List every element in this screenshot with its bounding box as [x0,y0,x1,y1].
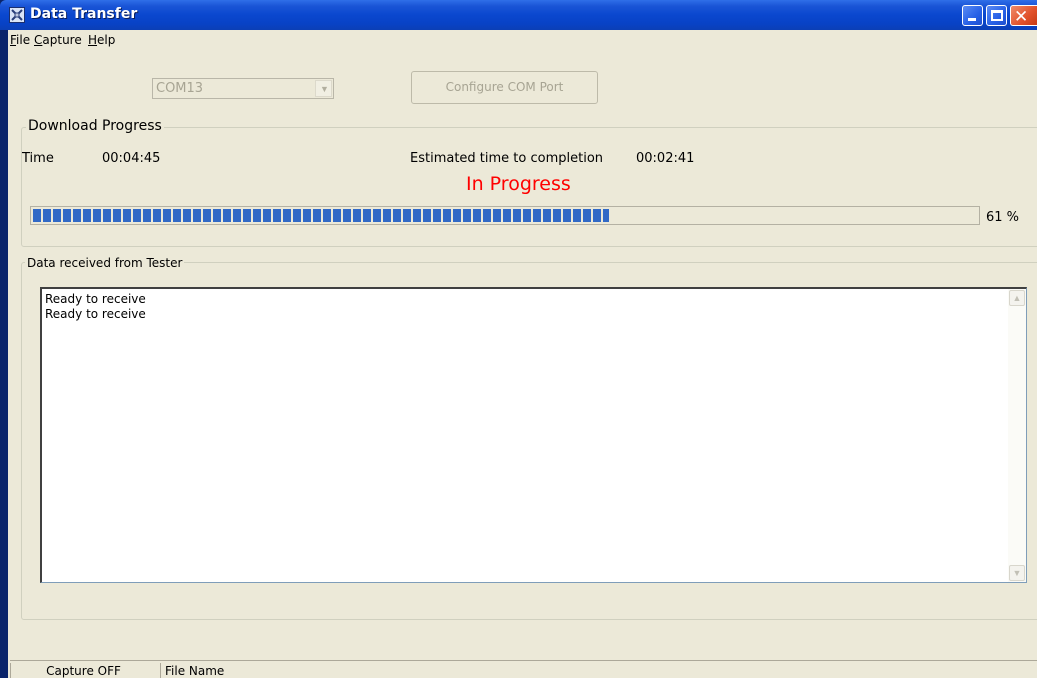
capture-status: Capture OFF [10,663,156,678]
vertical-scrollbar[interactable]: ▲ ▼ [1008,289,1026,582]
maximize-icon [991,10,1003,21]
close-button[interactable]: ✕ [1010,5,1037,27]
progress-bar-fill [33,209,609,222]
close-icon: ✕ [1014,7,1029,27]
menu-help[interactable]: Help [88,33,115,47]
minimize-button[interactable] [962,5,983,26]
time-value: 00:04:45 [102,151,161,166]
scroll-down-icon[interactable]: ▼ [1009,565,1025,581]
received-line: Ready to receive [45,307,146,321]
app-window: Data Transfer ✕ File Capture Help COM13 … [0,0,1037,678]
download-progress-label: Download Progress [26,118,164,134]
received-line: Ready to receive [45,292,146,306]
menu-bar: File Capture Help [8,30,1037,51]
status-bar: Capture OFF File Name [10,660,1037,678]
eta-value: 00:02:41 [636,151,695,166]
file-name-status: File Name [160,663,560,678]
window-title: Data Transfer [30,6,138,22]
title-bar[interactable]: Data Transfer ✕ [0,0,1037,30]
com-port-select[interactable]: COM13 ▼ [152,78,334,99]
data-received-label: Data received from Tester [25,256,185,270]
time-label: Time [22,151,54,166]
transfer-status: In Progress [466,173,571,195]
received-data-textbox[interactable]: Ready to receive Ready to receive ▲ ▼ [40,287,1027,583]
dropdown-button[interactable]: ▼ [315,80,332,97]
client-area: File Capture Help COM13 ▼ Configure COM … [8,30,1037,678]
satellite-icon[interactable] [9,7,25,23]
menu-capture[interactable]: Capture [34,33,82,47]
progress-bar [30,206,980,225]
configure-com-port-button[interactable]: Configure COM Port [411,71,598,104]
maximize-button[interactable] [986,5,1007,26]
scroll-up-icon[interactable]: ▲ [1009,290,1025,306]
menu-file[interactable]: File [10,33,30,47]
minimize-icon [968,18,976,21]
chevron-down-icon: ▼ [320,84,329,94]
com-port-value: COM13 [156,81,204,96]
progress-percent: 61 % [986,210,1020,225]
eta-label: Estimated time to completion [410,151,604,166]
